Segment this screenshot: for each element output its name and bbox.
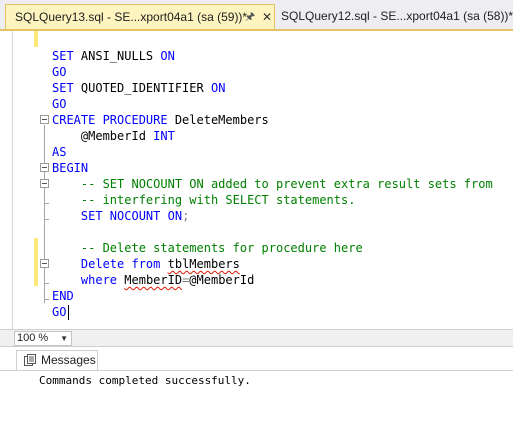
error-squiggle: tblMembers xyxy=(167,257,240,271)
editor-status-bar: 100 % ▼ xyxy=(0,329,513,347)
outline-tick xyxy=(44,219,49,220)
messages-icon xyxy=(24,354,36,366)
code-line: SET QUOTED_IDENTIFIER ON xyxy=(52,81,226,95)
collapse-icon[interactable] xyxy=(40,115,49,124)
outline-tick xyxy=(44,203,49,204)
results-divider xyxy=(0,370,513,371)
messages-tab-label: Messages xyxy=(41,353,96,367)
code-line: GO xyxy=(52,305,67,319)
tab-title: SQLQuery12.sql - SE...xport04a1 (sa (58)… xyxy=(281,9,513,23)
error-squiggle: MemberID xyxy=(124,273,183,287)
code-line: -- interfering with SELECT statements. xyxy=(80,193,356,207)
code-line: CREATE PROCEDURE DeleteMembers xyxy=(52,113,269,127)
document-tab-bar: SQLQuery13.sql - SE...xport04a1 (sa (59)… xyxy=(0,0,513,30)
text-caret xyxy=(68,305,69,320)
collapse-icon[interactable] xyxy=(40,179,49,188)
change-marker xyxy=(34,238,38,286)
gutter-border xyxy=(12,31,13,329)
code-line: GO xyxy=(52,97,67,111)
code-line: -- Delete statements for procedure here xyxy=(80,241,363,255)
chevron-down-icon[interactable]: ▼ xyxy=(60,332,68,345)
outline-tick xyxy=(44,299,49,300)
result-message: Commands completed successfully. xyxy=(39,374,251,387)
tab-sqlquery13[interactable]: SQLQuery13.sql - SE...xport04a1 (sa (59)… xyxy=(5,4,275,30)
code-line: END xyxy=(52,289,74,303)
collapse-icon[interactable] xyxy=(40,259,49,268)
code-line: Delete from tblMembers xyxy=(80,257,240,271)
code-line: SET NOCOUNT ON; xyxy=(80,209,190,223)
code-line: -- SET NOCOUNT ON added to prevent extra… xyxy=(80,177,493,191)
zoom-value: 100 % xyxy=(17,332,49,344)
change-marker xyxy=(34,31,38,47)
collapse-icon[interactable] xyxy=(40,163,49,172)
pin-icon[interactable]: 🖈 xyxy=(245,5,255,29)
close-icon[interactable]: ✕ xyxy=(262,5,272,29)
code-line: SET ANSI_NULLS ON xyxy=(52,49,175,63)
code-line: BEGIN xyxy=(52,161,89,175)
code-line: GO xyxy=(52,65,67,79)
code-line: @MemberId INT xyxy=(80,129,175,143)
zoom-select[interactable]: 100 % ▼ xyxy=(14,331,72,346)
code-line: AS xyxy=(52,145,67,159)
code-line: where MemberID=@MemberId xyxy=(80,273,255,287)
tab-title: SQLQuery13.sql - SE...xport04a1 (sa (59)… xyxy=(15,10,248,24)
outline-tick xyxy=(44,283,49,284)
tab-sqlquery12[interactable]: SQLQuery12.sql - SE...xport04a1 (sa (58)… xyxy=(277,4,513,30)
